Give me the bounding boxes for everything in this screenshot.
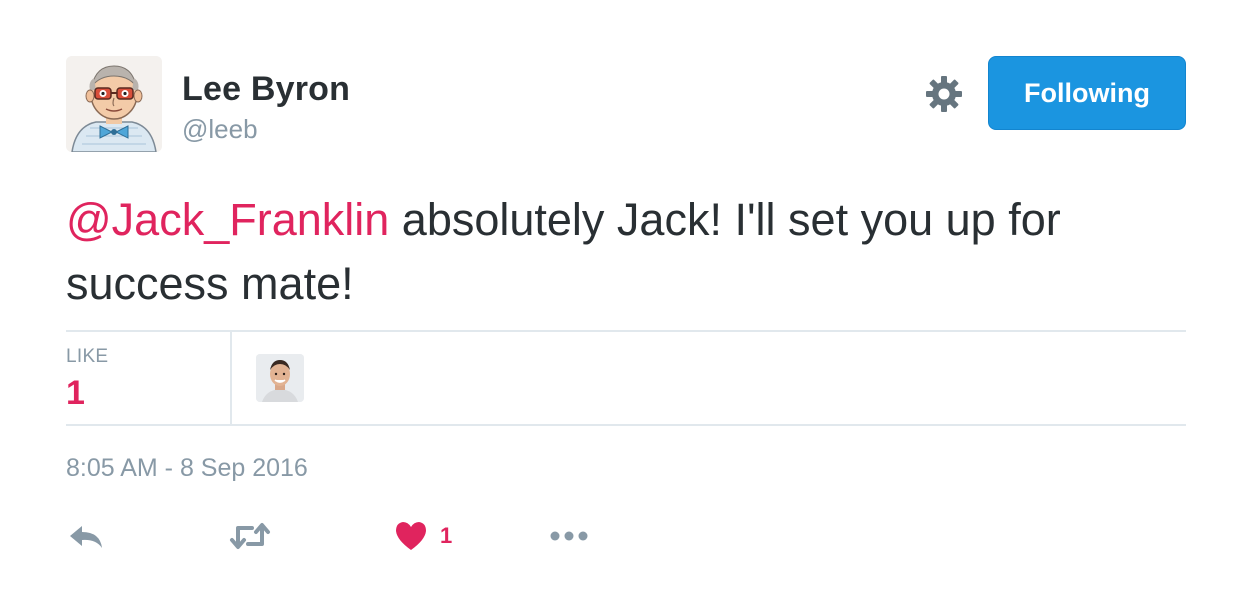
mention-link[interactable]: @Jack_Franklin xyxy=(66,194,389,245)
author-handle[interactable]: @leeb xyxy=(182,114,258,145)
avatar-illustration xyxy=(66,56,162,152)
reply-icon xyxy=(70,526,102,548)
author-avatar[interactable] xyxy=(66,56,162,152)
stats-bottom-divider xyxy=(66,424,1186,426)
heart-icon xyxy=(396,522,426,550)
reply-button[interactable] xyxy=(66,516,106,556)
like-label[interactable]: LIKE xyxy=(66,346,108,368)
retweet-icon xyxy=(230,523,270,549)
tweet-timestamp[interactable]: 8:05 AM - 8 Sep 2016 xyxy=(66,454,308,483)
tweet-text: @Jack_Franklin absolutely Jack! I'll set… xyxy=(66,188,1186,316)
author-name[interactable]: Lee Byron xyxy=(182,70,350,109)
like-action-count: 1 xyxy=(440,523,453,548)
like-button[interactable]: 1 xyxy=(394,516,452,556)
like-stat-count[interactable]: 1 xyxy=(66,374,85,413)
retweet-button[interactable] xyxy=(228,516,272,556)
more-icon xyxy=(550,531,588,541)
liker-avatar-photo xyxy=(256,354,304,402)
tweet-card: Lee Byron @leeb Following @Jack_Franklin… xyxy=(0,0,1254,612)
stats-top-divider xyxy=(66,330,1186,332)
liker-avatar[interactable] xyxy=(256,354,304,402)
more-button[interactable] xyxy=(548,516,590,556)
following-button[interactable]: Following xyxy=(988,56,1186,130)
gear-icon[interactable] xyxy=(924,74,964,114)
stats-separator xyxy=(230,332,232,424)
gear-icon-svg xyxy=(926,76,962,112)
